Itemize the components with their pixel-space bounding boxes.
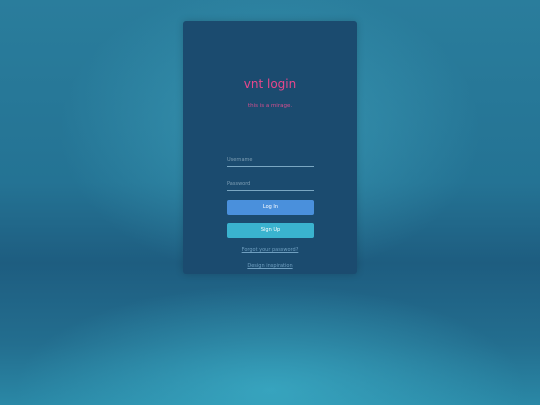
tagline: this is a mirage. (247, 103, 293, 109)
forgot-password-link[interactable]: Forgot your password? (183, 247, 357, 254)
login-card: vnt login this is a mirage. Log In Sign … (183, 21, 357, 274)
login-button[interactable]: Log In (227, 200, 314, 215)
design-inspiration-link[interactable]: Design inspiration (183, 263, 357, 270)
username-input[interactable] (227, 154, 314, 167)
login-title: vnt login (243, 77, 297, 91)
signup-button[interactable]: Sign Up (227, 223, 314, 238)
password-input[interactable] (227, 178, 314, 191)
